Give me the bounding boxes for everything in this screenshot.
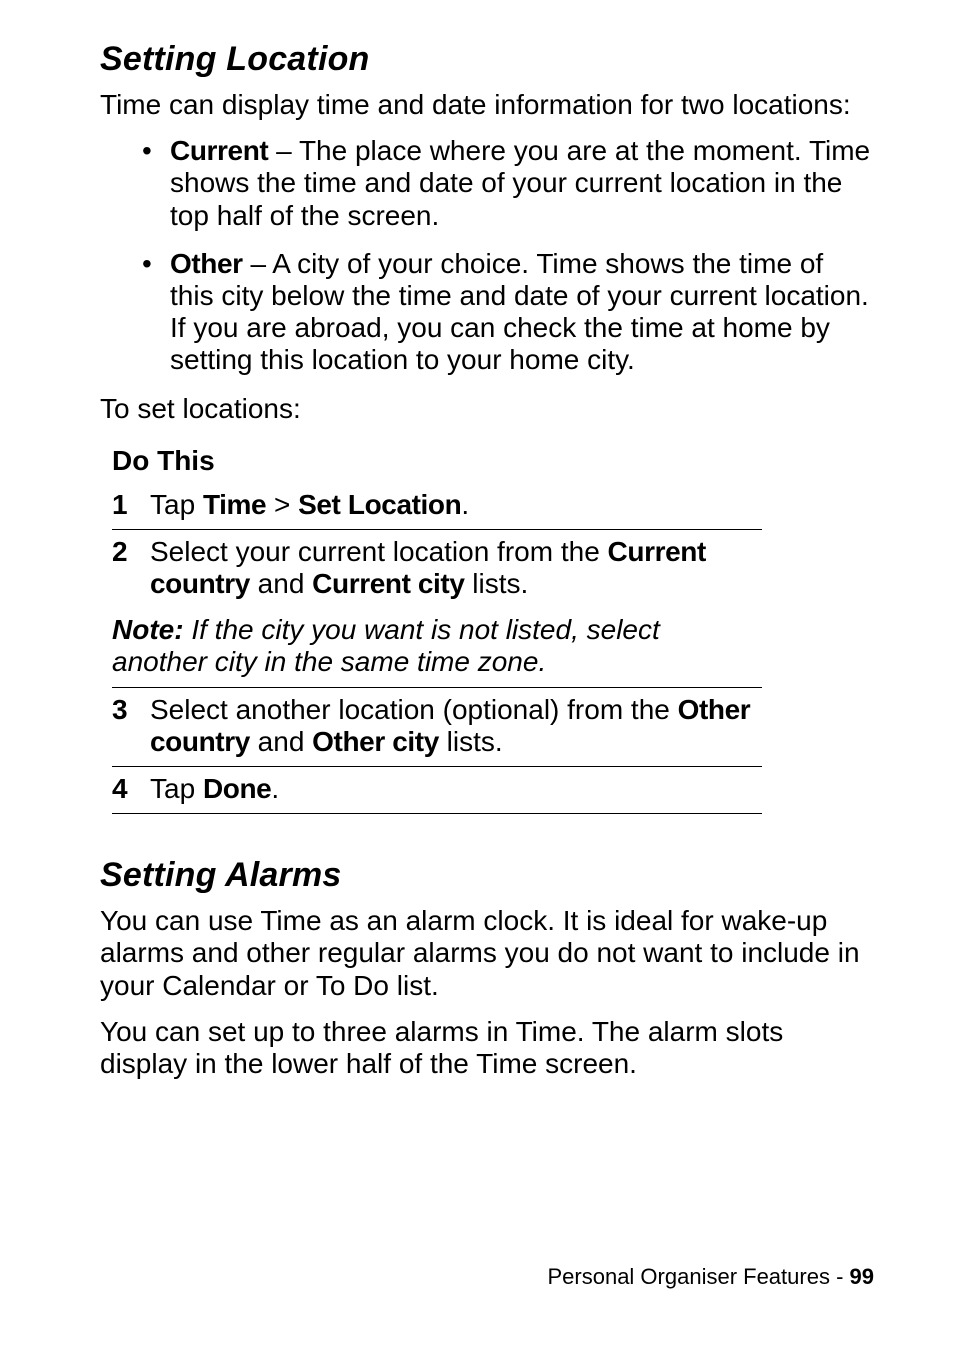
location-bullets: Current – The place where you are at the… [100, 135, 874, 376]
heading-setting-location: Setting Location [100, 40, 874, 79]
step-3-pre: Select another location (optional) from … [150, 694, 678, 725]
alarms-p2: You can set up to three alarms in Time. … [100, 1016, 874, 1080]
note-block: Note: If the city you want is not listed… [112, 608, 762, 687]
step-3: 3 Select another location (optional) fro… [112, 688, 762, 767]
bullet-other-text: – A city of your choice. Time shows the … [170, 248, 869, 376]
heading-setting-alarms: Setting Alarms [100, 856, 874, 895]
step-1-number: 1 [112, 489, 150, 521]
page: Setting Location Time can display time a… [0, 0, 954, 1348]
step-4-pre: Tap [150, 773, 203, 804]
step-2-mid: and [250, 568, 312, 599]
step-1-mid: > [266, 489, 298, 520]
step-1-b1: Time [203, 489, 266, 520]
footer-chapter: Personal Organiser Features - [547, 1264, 849, 1289]
step-4-post: . [271, 773, 279, 804]
step-2-number: 2 [112, 536, 150, 568]
step-3-post: lists. [439, 726, 503, 757]
note-text: If the city you want is not listed, sele… [112, 614, 660, 677]
step-4: 4 Tap Done. [112, 767, 762, 814]
step-3-number: 3 [112, 694, 150, 726]
intro-text: Time can display time and date informati… [100, 89, 874, 121]
bullet-other-label: Other [170, 248, 243, 279]
step-1-post: . [461, 489, 469, 520]
step-4-number: 4 [112, 773, 150, 805]
to-set-locations: To set locations: [100, 393, 874, 425]
step-2-pre: Select your current location from the [150, 536, 608, 567]
step-1: 1 Tap Time > Set Location. [112, 483, 762, 530]
step-2-b2: Current city [312, 568, 464, 599]
step-1-pre: Tap [150, 489, 203, 520]
section-gap [100, 814, 874, 856]
step-2-post: lists. [465, 568, 529, 599]
note-label: Note: [112, 614, 184, 645]
step-4-b1: Done [203, 773, 271, 804]
step-2-text: Select your current location from the Cu… [150, 536, 762, 600]
step-3-mid: and [250, 726, 312, 757]
footer-page-number: 99 [850, 1264, 874, 1289]
bullet-other: Other – A city of your choice. Time show… [170, 248, 874, 377]
bullet-current-text: – The place where you are at the moment.… [170, 135, 870, 230]
step-3-text: Select another location (optional) from … [150, 694, 762, 758]
step-3-b2: Other city [312, 726, 439, 757]
step-2: 2 Select your current location from the … [112, 530, 762, 608]
step-1-b2: Set Location [298, 489, 461, 520]
step-4-text: Tap Done. [150, 773, 762, 805]
do-this-heading: Do This [112, 445, 762, 477]
bullet-current-label: Current [170, 135, 268, 166]
bullet-current: Current – The place where you are at the… [170, 135, 874, 232]
step-1-text: Tap Time > Set Location. [150, 489, 762, 521]
page-footer: Personal Organiser Features - 99 [547, 1264, 874, 1290]
steps-block: Do This 1 Tap Time > Set Location. 2 Sel… [112, 445, 762, 815]
alarms-p1: You can use Time as an alarm clock. It i… [100, 905, 874, 1002]
